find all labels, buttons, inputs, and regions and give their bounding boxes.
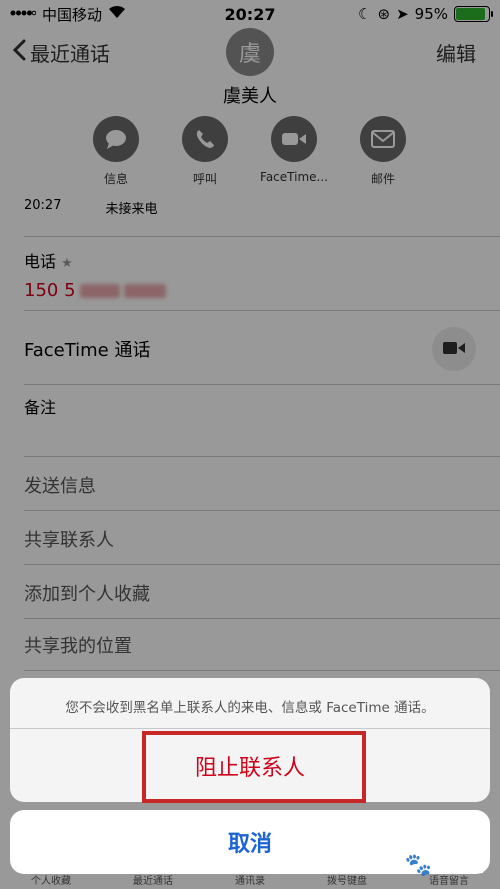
watermark: Bai🐾 经验 [365,853,484,878]
action-sheet-message: 您不会收到黑名单上联系人的来电、信息或 FaceTime 通话。 [65,700,435,716]
cancel-label: 取消 [227,832,272,857]
action-sheet: 您不会收到黑名单上联系人的来电、信息或 FaceTime 通话。 阻止联系人 [10,678,490,803]
block-contact-button[interactable]: 阻止联系人 [10,729,490,803]
highlight-box [142,731,366,803]
